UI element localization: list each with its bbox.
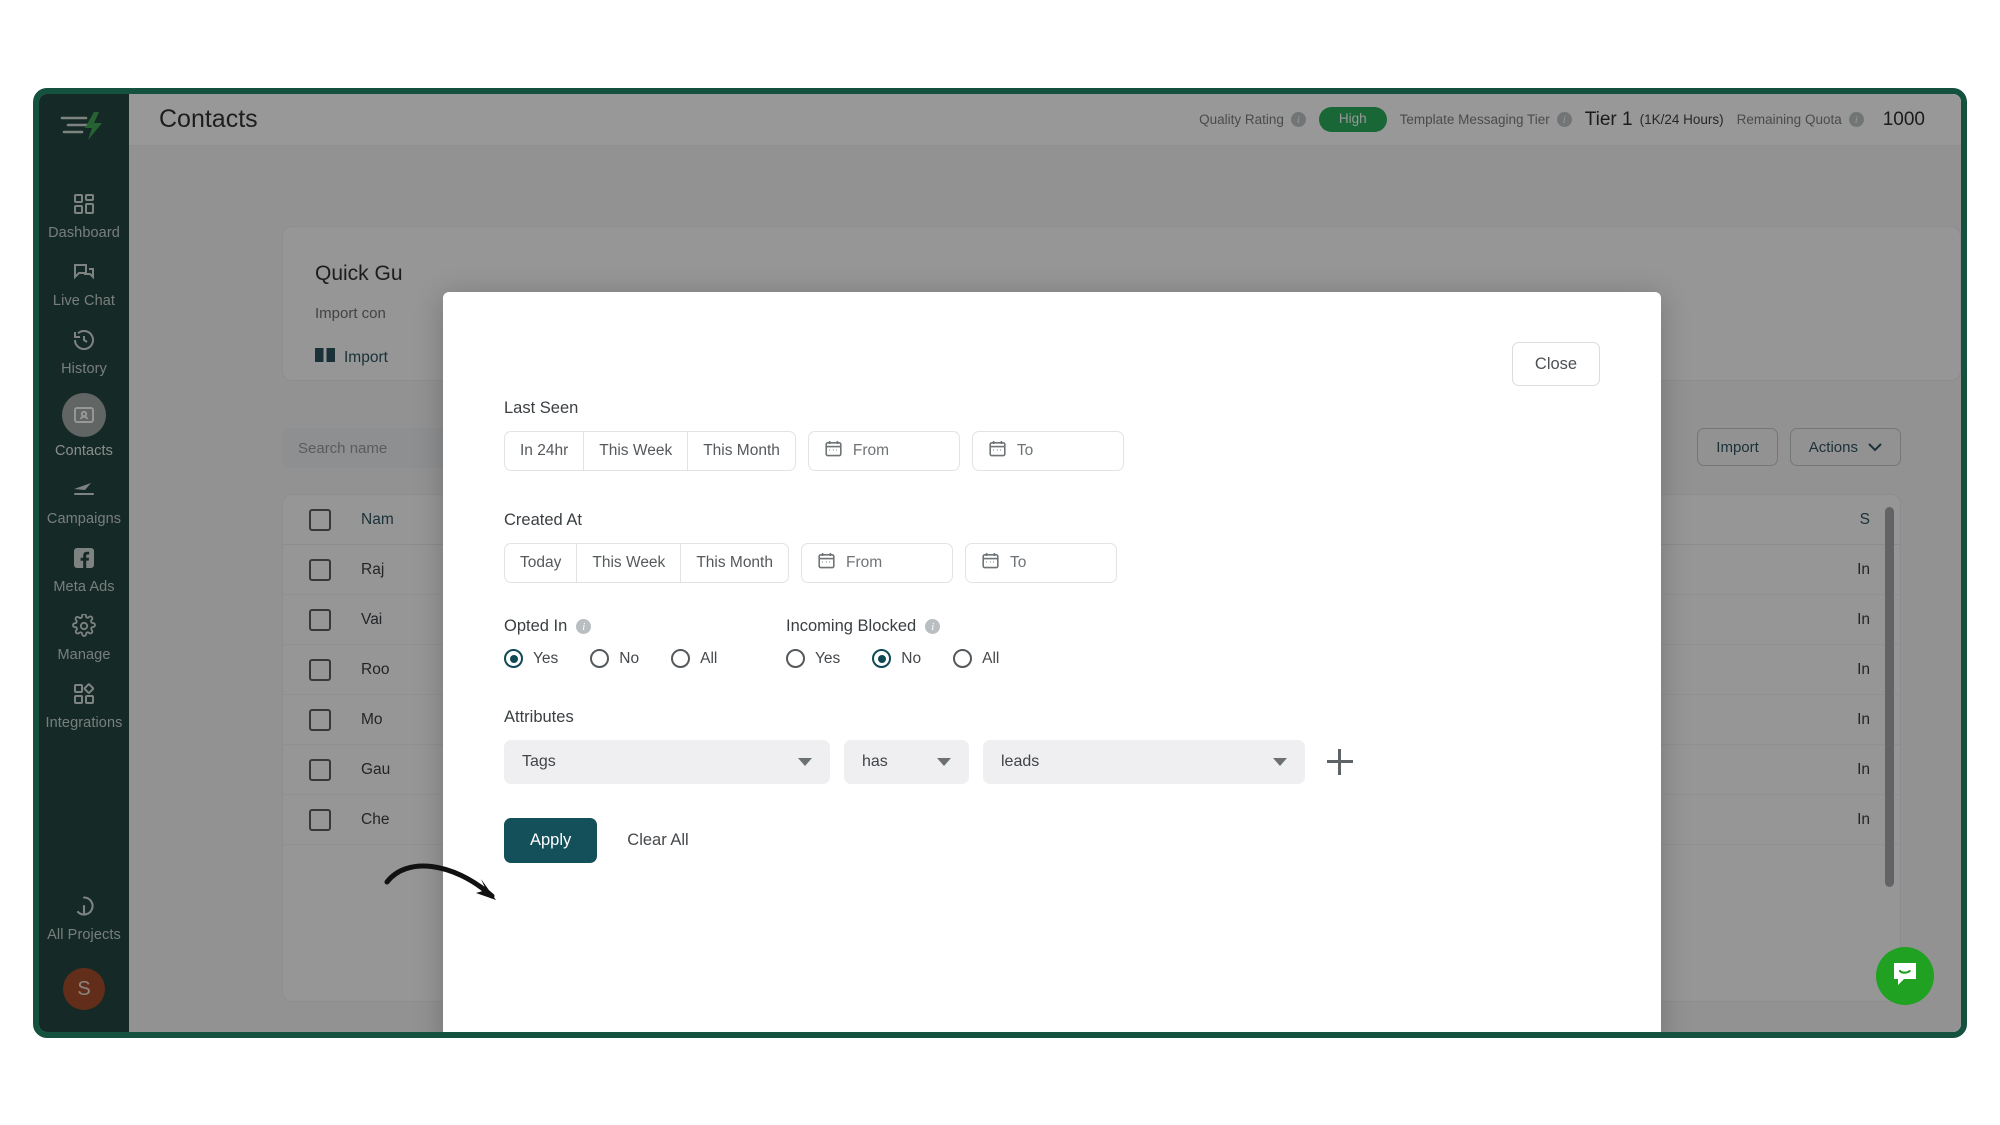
last-seen-segment-this-month[interactable]: This Month xyxy=(688,432,795,470)
incoming-blocked-group: Incoming Blocked i Yes No All xyxy=(786,617,1031,668)
plus-icon[interactable] xyxy=(1327,749,1353,775)
incoming-blocked-option-yes[interactable]: Yes xyxy=(786,649,840,668)
created-at-segment-this-month[interactable]: This Month xyxy=(681,544,788,582)
created-at-from-date[interactable]: From xyxy=(800,543,953,583)
incoming-blocked-label: Incoming Blocked xyxy=(786,617,917,635)
created-at-from-placeholder: From xyxy=(845,554,883,571)
created-at-to-placeholder: To xyxy=(1009,554,1027,571)
apply-button[interactable]: Apply xyxy=(504,818,598,863)
opted-in-label: Opted In xyxy=(504,617,568,635)
created-at-segment-today[interactable]: Today xyxy=(505,544,578,582)
created-at-controls: Today This Week This Month From To xyxy=(504,543,1621,583)
attribute-select-value: Tags xyxy=(522,753,556,770)
opted-in-option-no[interactable]: No xyxy=(590,649,639,668)
opted-in-group: Opted In i Yes No All xyxy=(504,617,786,668)
last-seen-label: Last Seen xyxy=(504,399,579,417)
chevron-down-icon xyxy=(937,758,951,766)
radio-icon xyxy=(953,649,973,668)
operator-select[interactable]: has xyxy=(844,740,969,784)
calendar-icon xyxy=(825,440,842,462)
info-icon[interactable]: i xyxy=(576,619,592,634)
last-seen-to-date[interactable]: To xyxy=(971,431,1124,471)
opted-in-option-label: Yes xyxy=(533,649,559,667)
attributes-label: Attributes xyxy=(504,708,574,726)
incoming-blocked-option-label: All xyxy=(982,649,1000,667)
opted-in-option-all[interactable]: All xyxy=(671,649,717,668)
close-button-label: Close xyxy=(1534,354,1578,373)
boolean-filters: Opted In i Yes No All Incoming Blocked i… xyxy=(504,617,1621,668)
incoming-blocked-option-no[interactable]: No xyxy=(872,649,921,668)
value-select-value: leads xyxy=(1001,753,1040,770)
last-seen-to-placeholder: To xyxy=(1016,442,1034,459)
info-icon[interactable]: i xyxy=(925,619,941,634)
calendar-icon xyxy=(989,440,1006,462)
opted-in-option-label: No xyxy=(619,649,640,667)
app-window: Dashboard Live Chat History Contacts Cam… xyxy=(33,88,1967,1038)
radio-icon xyxy=(671,649,691,668)
value-select[interactable]: leads xyxy=(983,740,1305,784)
filter-modal-body: Last Seen In 24hr This Week This Month F… xyxy=(504,399,1621,863)
incoming-blocked-label-row: Incoming Blocked i xyxy=(786,617,1031,636)
created-at-label: Created At xyxy=(504,511,582,529)
incoming-blocked-option-label: Yes xyxy=(815,649,841,667)
incoming-blocked-radios: Yes No All xyxy=(786,649,1031,668)
operator-select-value: has xyxy=(862,753,888,770)
created-at-segments: Today This Week This Month xyxy=(504,543,789,583)
intercom-launcher[interactable] xyxy=(1876,947,1934,1005)
attribute-select[interactable]: Tags xyxy=(504,740,830,784)
close-button[interactable]: Close xyxy=(1512,342,1600,386)
last-seen-from-date[interactable]: From xyxy=(807,431,960,471)
created-at-segment-this-week[interactable]: This Week xyxy=(577,544,682,582)
chevron-down-icon xyxy=(1273,758,1287,766)
last-seen-segment-in-24hr[interactable]: In 24hr xyxy=(505,432,585,470)
filter-modal: Close Last Seen In 24hr This Week This M… xyxy=(443,292,1661,1032)
radio-icon xyxy=(504,649,523,668)
chevron-down-icon xyxy=(798,758,812,766)
intercom-chat-icon xyxy=(1891,960,1919,993)
last-seen-from-placeholder: From xyxy=(852,442,890,459)
incoming-blocked-option-all[interactable]: All xyxy=(953,649,999,668)
radio-icon xyxy=(872,649,892,668)
last-seen-segment-this-week[interactable]: This Week xyxy=(584,432,689,470)
attribute-filter-row: Tags has leads xyxy=(504,740,1621,784)
last-seen-controls: In 24hr This Week This Month From To xyxy=(504,431,1621,471)
opted-in-label-row: Opted In i xyxy=(504,617,786,636)
last-seen-segments: In 24hr This Week This Month xyxy=(504,431,796,471)
filter-actions: Apply Clear All xyxy=(504,818,1621,863)
clear-all-button[interactable]: Clear All xyxy=(627,831,688,850)
radio-icon xyxy=(590,649,610,668)
calendar-icon xyxy=(818,552,835,574)
opted-in-option-label: All xyxy=(700,649,718,667)
opted-in-option-yes[interactable]: Yes xyxy=(504,649,558,668)
calendar-icon xyxy=(982,552,999,574)
radio-icon xyxy=(786,649,805,668)
incoming-blocked-option-label: No xyxy=(901,649,922,667)
opted-in-radios: Yes No All xyxy=(504,649,786,668)
created-at-to-date[interactable]: To xyxy=(964,543,1117,583)
